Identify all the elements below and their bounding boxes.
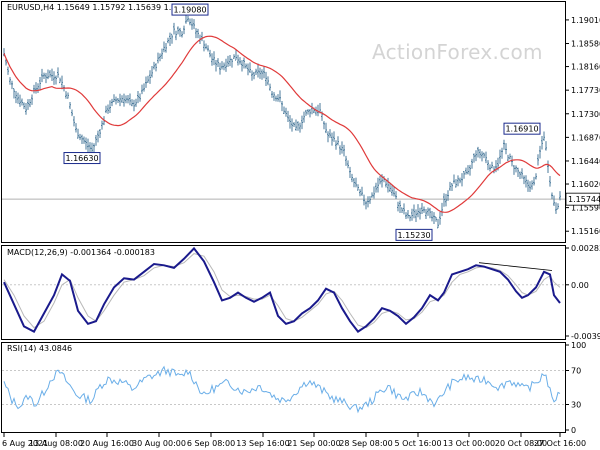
x-tick-label: 30 Aug 00:00 — [132, 439, 186, 448]
rsi-ytick-label: 30 — [571, 401, 581, 410]
price-ytick-label: 1.18160 — [571, 63, 600, 72]
rsi-line — [3, 365, 561, 414]
price-ytick-label: 1.15160 — [571, 227, 600, 236]
macd-ytick-label: -0.003939 — [571, 332, 600, 341]
rsi-panel-frame — [1, 342, 566, 433]
chart-svg: 1.19010 1.18580 1.18160 1.17730 1.17300 1.168… — [1, 1, 600, 448]
x-tick-label: 13 Sep 16:00 — [236, 439, 289, 448]
macd-panel-frame — [1, 245, 566, 340]
moving-average-line — [3, 35, 561, 213]
rsi-layer: 100 70 30 0 — [2, 341, 586, 435]
price-ytick-label: 1.16020 — [571, 180, 600, 189]
price-layer: 1.19010 1.18580 1.18160 1.17730 1.17300 1.168… — [2, 3, 600, 241]
x-tick-label: 5 Oct 16:00 — [394, 439, 441, 448]
price-ytick-label: 1.16870 — [571, 133, 600, 142]
price-ytick-label: 1.16440 — [571, 157, 600, 166]
price-ytick-label: 1.19010 — [571, 16, 600, 25]
price-panel-frame — [1, 1, 566, 243]
macd-ytick-label: 0.00283 — [571, 244, 600, 253]
rsi-ytick-label: 0 — [571, 426, 576, 435]
x-tick-label: 13 Aug 08:00 — [29, 439, 83, 448]
x-tick-label: 6 Sep 08:00 — [187, 439, 235, 448]
rsi-ytick-label: 70 — [571, 367, 581, 376]
price-annotation-label: 1.15230 — [397, 231, 430, 240]
price-annotation-label: 1.16910 — [505, 125, 538, 134]
macd-main-line — [3, 246, 561, 333]
macd-ytick-label: 0.00 — [571, 281, 589, 290]
price-annotation-label: 1.16630 — [65, 154, 98, 163]
rsi-ytick-label: 100 — [571, 341, 586, 350]
current-price-label: 1.15744 — [568, 195, 600, 204]
x-tick-label: 28 Sep 08:00 — [339, 439, 392, 448]
x-tick-label: 20 Aug 16:00 — [80, 439, 134, 448]
x-tick-label: 27 Oct 16:00 — [534, 439, 586, 448]
x-tick-label: 21 Sep 00:00 — [287, 439, 340, 448]
price-annotation-label: 1.19080 — [173, 6, 206, 15]
price-ytick-label: 1.17300 — [571, 110, 600, 119]
x-tick-label: 13 Oct 00:00 — [443, 439, 495, 448]
price-ytick-label: 1.18580 — [571, 40, 600, 49]
x-axis-layer: 6 Aug 202113 Aug 08:0020 Aug 16:0030 Aug… — [2, 433, 586, 448]
price-ytick-label: 1.17730 — [571, 86, 600, 95]
macd-layer: 0.00283 0.00 -0.003939 — [2, 244, 600, 341]
chart-root: ActionForex.com EURUSD,H4 1.15649 1.1579… — [0, 0, 600, 450]
